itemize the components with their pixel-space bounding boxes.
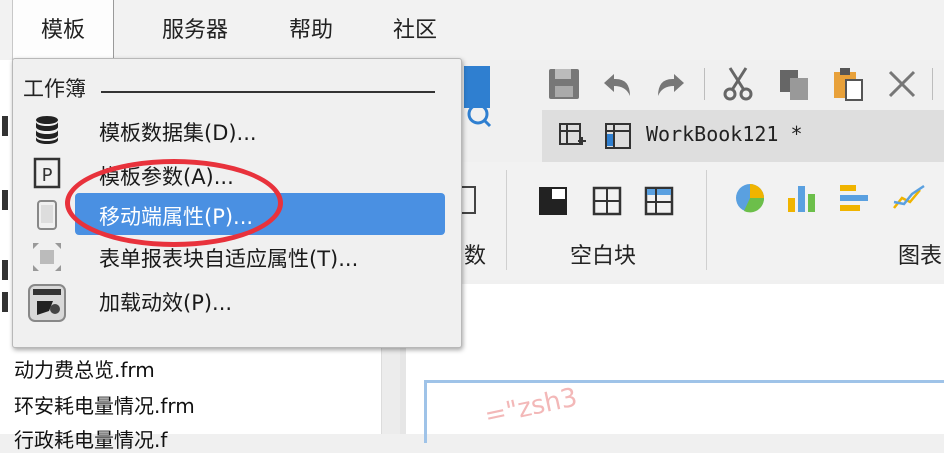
- pie-chart-icon[interactable]: [734, 182, 766, 214]
- ribbon-group-label: 图表: [898, 244, 943, 269]
- ribbon-group-label: 空白块: [570, 244, 637, 269]
- main-toolbar: [400, 60, 944, 128]
- design-canvas[interactable]: ="zsh3: [406, 284, 944, 443]
- absolute-block-icon[interactable]: [538, 186, 568, 216]
- preview-icon[interactable]: [456, 66, 496, 130]
- cut-icon[interactable]: [720, 66, 756, 102]
- file-item[interactable]: 行政耗电量情况.f: [14, 424, 167, 453]
- template-menu-dropdown: 工作簿 模板数据集(D)... P 模板参数(A)... 移动端属性(P)...…: [12, 58, 462, 348]
- parameter-icon: P: [33, 157, 61, 189]
- file-item[interactable]: 环安耗电量情况.frm: [14, 390, 195, 419]
- blank-block-icon[interactable]: [592, 186, 622, 216]
- insert-ribbon: 数 空白块 图表: [400, 162, 944, 280]
- tab-row: WorkBook121 *: [542, 110, 944, 162]
- workbook-icon: [605, 123, 631, 149]
- svg-text:P: P: [42, 165, 53, 186]
- menu-help[interactable]: 帮助: [278, 0, 344, 60]
- tree-marker: [2, 260, 8, 280]
- adaptive-icon: [33, 243, 61, 271]
- menu-item-adaptive-properties[interactable]: 表单报表块自适应属性(T)...: [75, 235, 445, 277]
- database-icon: [36, 116, 58, 144]
- menu-item-label: 移动端属性(P)...: [99, 205, 254, 229]
- ribbon-separator: [506, 170, 507, 270]
- toolbar-separator: [704, 68, 705, 100]
- horizontal-bar-chart-icon[interactable]: [838, 182, 870, 214]
- toolbar-separator: [932, 68, 933, 100]
- menu-item-load-animation[interactable]: 加载动效(P)...: [75, 279, 445, 321]
- workbook-tab-title[interactable]: WorkBook121 *: [646, 122, 803, 146]
- menu-template[interactable]: 模板: [12, 0, 114, 60]
- ribbon-separator: [706, 170, 707, 270]
- undo-icon[interactable]: [600, 66, 636, 102]
- copy-icon[interactable]: [776, 66, 812, 102]
- menu-server[interactable]: 服务器: [150, 0, 240, 60]
- mobile-icon: [37, 200, 57, 230]
- delete-icon[interactable]: [884, 66, 920, 102]
- menu-item-parameters[interactable]: 模板参数(A)...: [75, 153, 445, 195]
- menu-section-header: 工作簿: [23, 77, 86, 101]
- redo-icon[interactable]: [652, 66, 688, 102]
- animation-icon: [28, 284, 66, 322]
- menu-bar: 模板 服务器 帮助 社区: [0, 0, 944, 60]
- save-icon[interactable]: [546, 66, 582, 102]
- new-report-icon[interactable]: [558, 122, 588, 152]
- table-block-icon[interactable]: [644, 186, 674, 216]
- menu-item-mobile-properties[interactable]: 移动端属性(P)...: [75, 193, 445, 235]
- bar-chart-icon[interactable]: [786, 182, 818, 214]
- ribbon-group-label: 数: [464, 244, 487, 269]
- paste-icon[interactable]: [830, 66, 866, 102]
- menu-item-dataset[interactable]: 模板数据集(D)...: [75, 109, 445, 151]
- line-chart-icon[interactable]: [892, 182, 926, 214]
- tree-marker: [2, 116, 8, 136]
- menu-item-label: 模板数据集(D)...: [99, 121, 257, 145]
- menu-community[interactable]: 社区: [382, 0, 448, 60]
- menu-section-divider: [101, 91, 435, 93]
- menu-item-label: 加载动效(P)...: [99, 291, 233, 315]
- tree-marker: [2, 292, 8, 312]
- menu-item-label: 表单报表块自适应属性(T)...: [99, 247, 359, 271]
- file-item[interactable]: 动力费总览.frm: [14, 354, 155, 383]
- menu-item-label: 模板参数(A)...: [99, 165, 234, 189]
- tree-marker: [2, 190, 8, 210]
